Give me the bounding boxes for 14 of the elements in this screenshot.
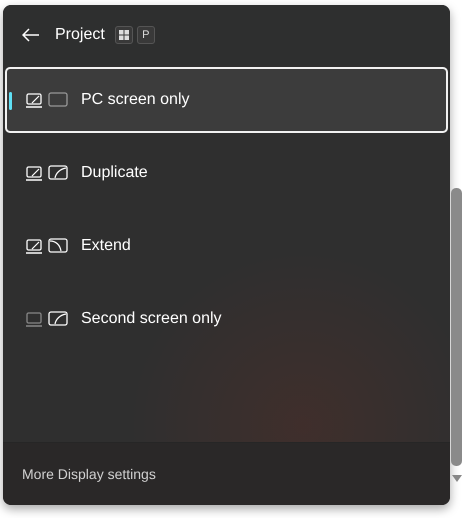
display-mode-icon (25, 164, 69, 182)
panel-title: Project (55, 26, 105, 44)
project-option[interactable]: PC screen only (5, 67, 448, 133)
scrollbar-thumb[interactable] (451, 188, 462, 466)
display-mode-icon (25, 310, 69, 328)
shortcut-key: P (136, 26, 155, 44)
display-settings-link[interactable]: More Display settings (22, 466, 156, 482)
windows-key-icon (114, 26, 133, 44)
project-option[interactable]: Extend (5, 213, 448, 279)
display-mode-icon (25, 238, 69, 254)
scroll-down-icon[interactable] (452, 475, 462, 482)
display-mode-icon (25, 92, 69, 108)
project-option[interactable]: Duplicate (5, 140, 448, 206)
project-option[interactable]: Second screen only (5, 286, 448, 352)
